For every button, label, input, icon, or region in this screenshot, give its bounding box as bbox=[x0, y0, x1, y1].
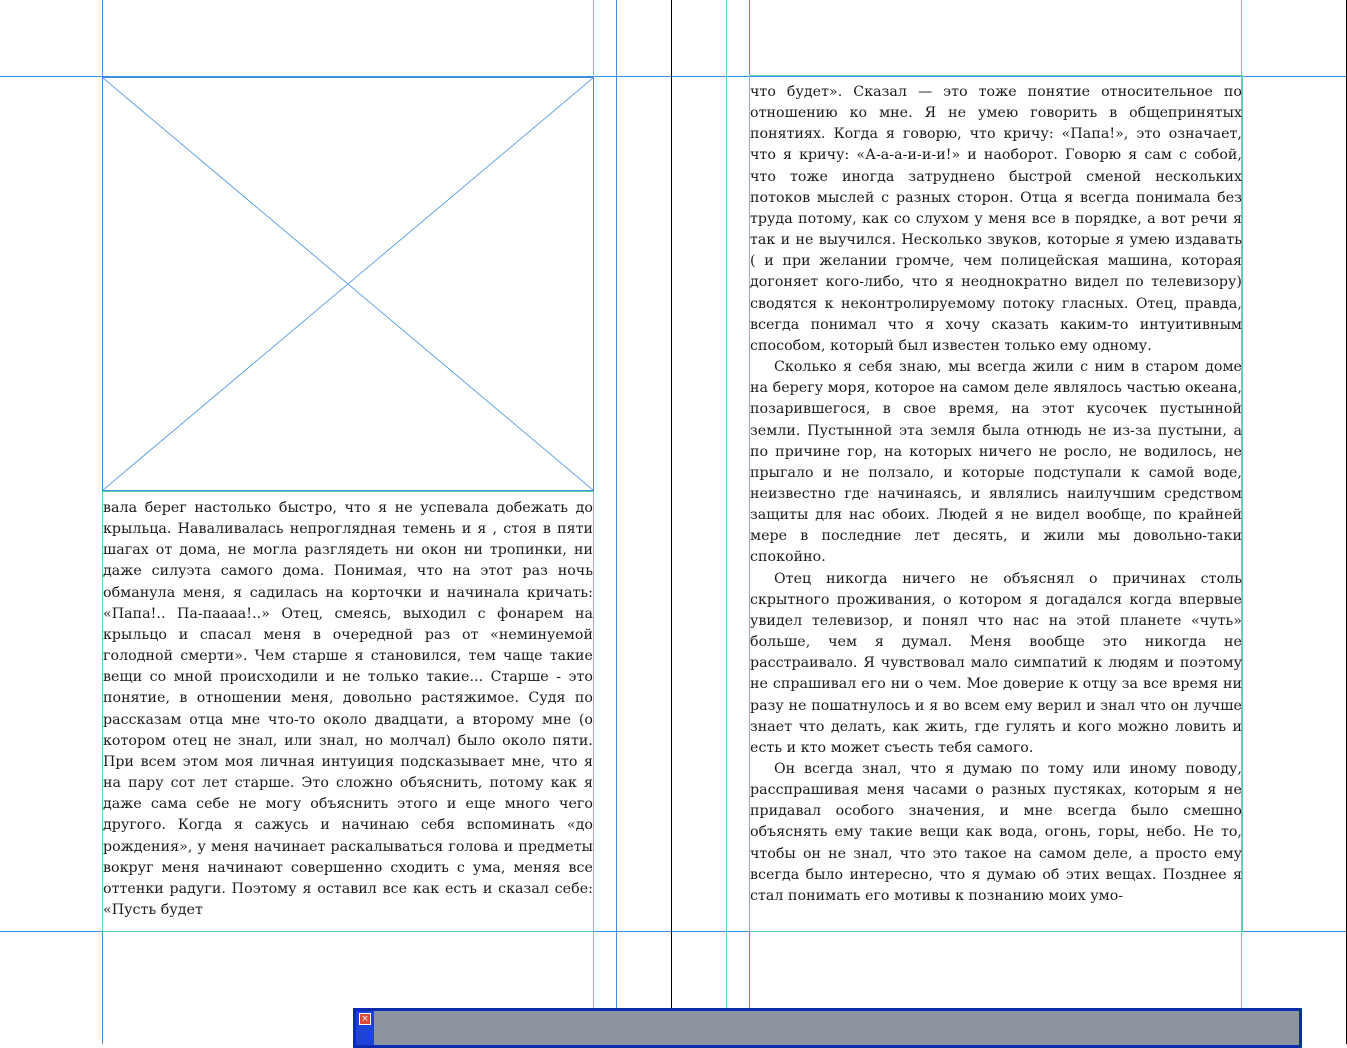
left-story: вала берег настолько быстро, что я не ус… bbox=[103, 492, 593, 931]
right-text-frame[interactable]: что будет». Сказал — это тоже понятие от… bbox=[749, 75, 1243, 932]
right-paragraph-4: Он всегда знал, что я думаю по тому или … bbox=[750, 761, 1242, 904]
left-text-frame[interactable]: вала берег настолько быстро, что я не ус… bbox=[102, 491, 594, 932]
left-inner-margin-guide bbox=[616, 0, 617, 1044]
image-placeholder-frame[interactable] bbox=[102, 77, 594, 491]
right-paragraph-1: что будет». Сказал — это тоже понятие от… bbox=[750, 84, 1242, 354]
right-paragraph-3: Отец никогда ничего не объяснял о причин… bbox=[750, 570, 1242, 756]
spine-line bbox=[671, 0, 672, 1044]
right-inner-margin-guide bbox=[726, 0, 727, 1044]
left-paragraph: вала берег настолько быстро, что я не ус… bbox=[103, 500, 593, 918]
bottom-panel[interactable]: × bbox=[353, 1008, 1302, 1048]
image-placeholder-cross-icon bbox=[103, 78, 593, 490]
right-story: что будет». Сказал — это тоже понятие от… bbox=[750, 76, 1242, 931]
right-paragraph-2: Сколько я себя знаю, мы всегда жили с ни… bbox=[750, 359, 1242, 566]
panel-title-strip[interactable]: × bbox=[356, 1011, 374, 1045]
close-icon[interactable]: × bbox=[359, 1013, 371, 1025]
